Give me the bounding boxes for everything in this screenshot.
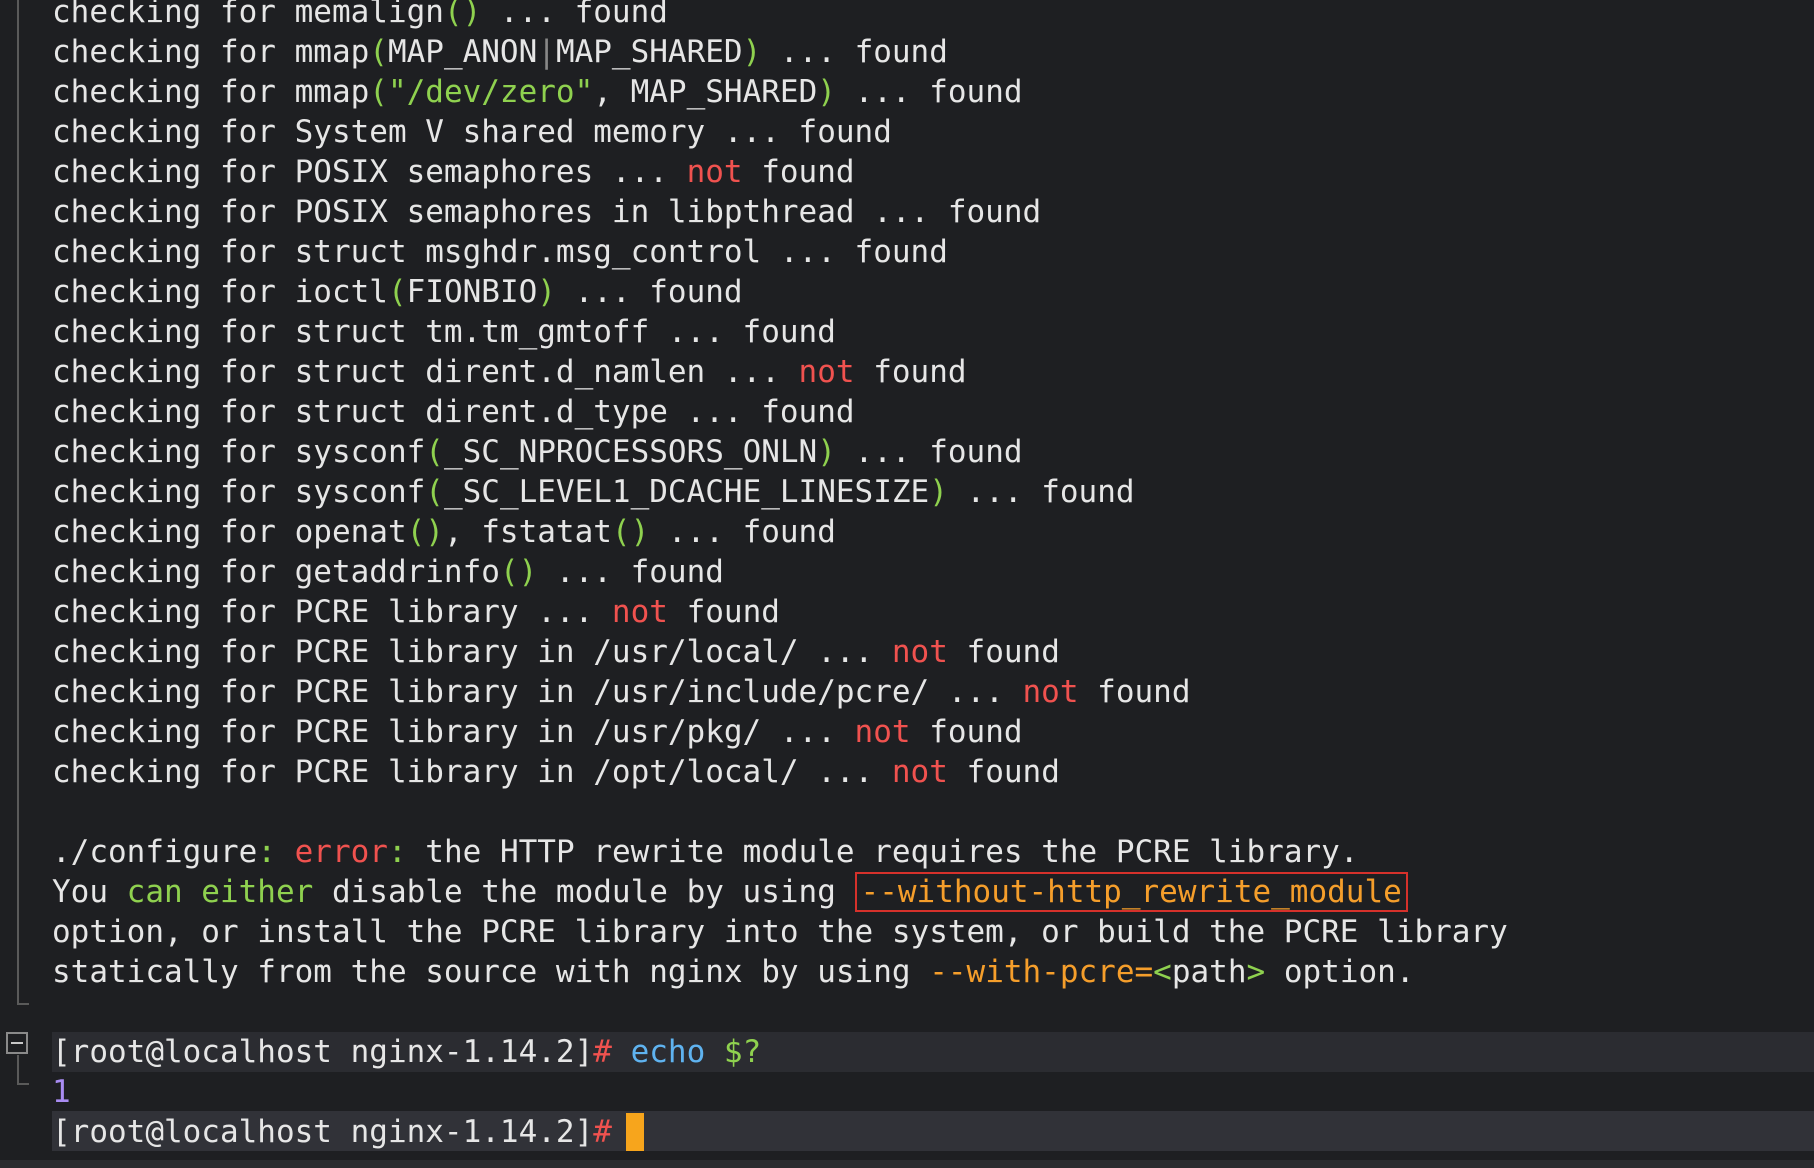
terminal-output: checking for memalign() ... found checki… (52, 0, 1814, 1152)
output-line: checking for ioctl(FIONBIO) ... found (52, 274, 743, 310)
output-line: checking for PCRE library ... not found (52, 594, 780, 630)
prompt-line: [root@localhost nginx-1.14.2]# echo $? (52, 1034, 762, 1070)
output-line: checking for PCRE library in /opt/local/… (52, 754, 1060, 790)
error-line: You can either disable the module by usi… (52, 872, 1814, 912)
output-line: checking for struct dirent.d_namlen ... … (52, 354, 967, 390)
output-line: checking for openat(), fstatat() ... fou… (52, 514, 836, 550)
output-line: checking for System V shared memory ... … (52, 114, 892, 150)
output-line: checking for PCRE library in /usr/includ… (52, 674, 1191, 710)
error-line: statically from the source with nginx by… (52, 954, 1415, 990)
output-line: checking for memalign() ... found (52, 0, 668, 30)
output-line: checking for mmap("/dev/zero", MAP_SHARE… (52, 74, 1023, 110)
output-line: checking for mmap(MAP_ANON|MAP_SHARED) .… (52, 34, 948, 70)
rewrite-module-option: --without-http_rewrite_module (854, 872, 1408, 912)
output-line: checking for struct dirent.d_type ... fo… (52, 394, 855, 430)
bottom-edge (0, 1160, 1814, 1168)
output-line: checking for PCRE library in /usr/local/… (52, 634, 1060, 670)
output-line: checking for PCRE library in /usr/pkg/ .… (52, 714, 1023, 750)
fold-gutter-line (17, 0, 19, 1005)
active-prompt-line[interactable]: [root@localhost nginx-1.14.2]# (52, 1112, 1814, 1152)
fold-gutter-end-2 (17, 1083, 29, 1085)
output-line: checking for getaddrinfo() ... found (52, 554, 724, 590)
fold-gutter-end (17, 1003, 29, 1005)
terminal-window[interactable]: checking for memalign() ... found checki… (0, 0, 1814, 1168)
output-line: checking for struct tm.tm_gmtoff ... fou… (52, 314, 836, 350)
error-line: option, or install the PCRE library into… (52, 914, 1508, 950)
text-cursor (625, 1112, 644, 1151)
output-line: checking for sysconf(_SC_LEVEL1_DCACHE_L… (52, 474, 1135, 510)
error-line: ./configure: error: the HTTP rewrite mod… (52, 834, 1359, 870)
output-line: checking for sysconf(_SC_NPROCESSORS_ONL… (52, 434, 1023, 470)
output-line: checking for POSIX semaphores ... not fo… (52, 154, 855, 190)
output-line: checking for struct msghdr.msg_control .… (52, 234, 948, 270)
fold-gutter-line-2 (17, 1055, 19, 1085)
exit-status-line: 1 (52, 1074, 71, 1110)
collapse-block-icon[interactable] (6, 1032, 28, 1054)
output-line: checking for POSIX semaphores in libpthr… (52, 194, 1042, 230)
